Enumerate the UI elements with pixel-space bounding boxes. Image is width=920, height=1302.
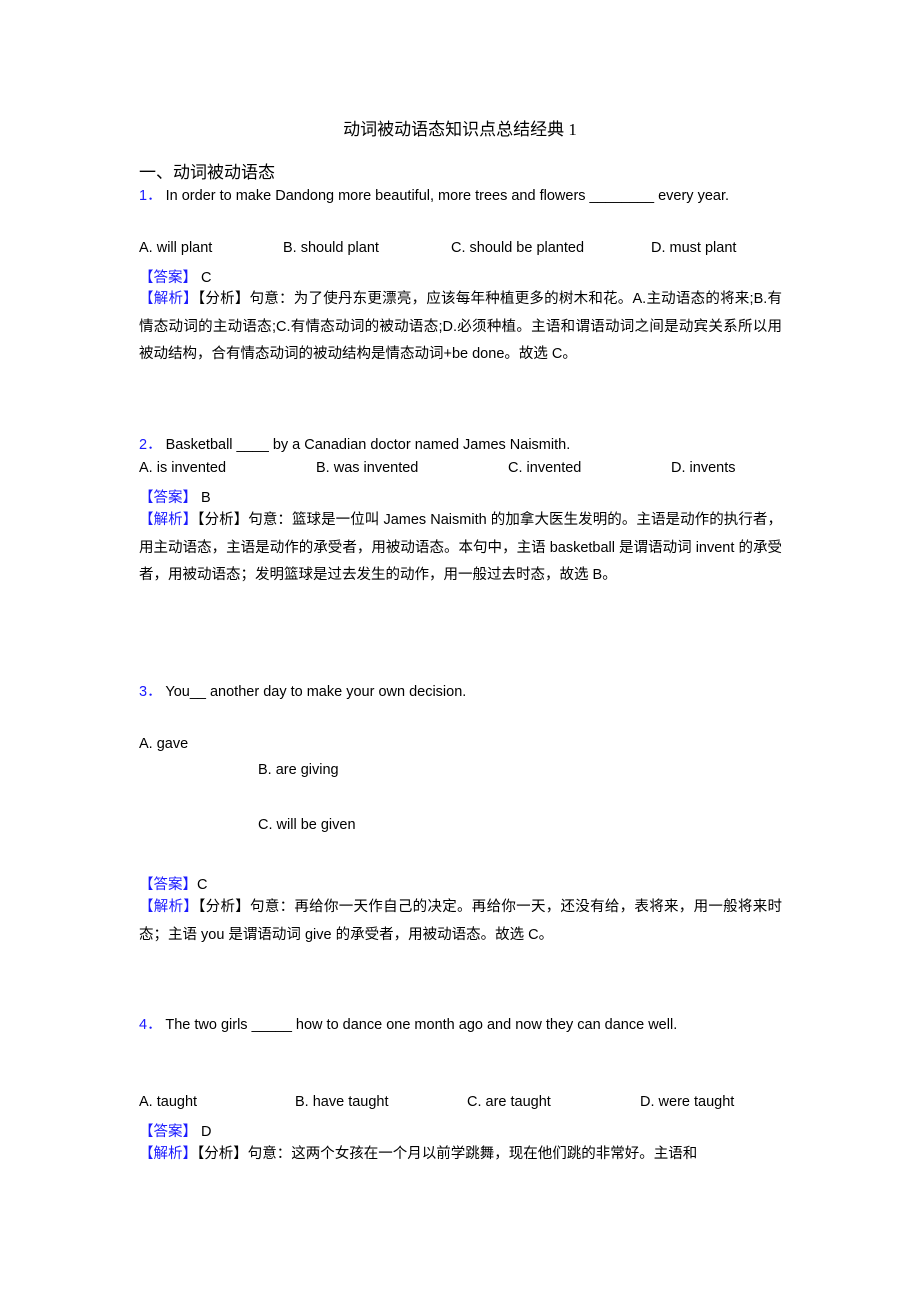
answer-value: D	[201, 1124, 212, 1140]
answer-value: B	[201, 490, 211, 506]
option: C. should be planted	[451, 240, 585, 256]
question-stem: The two girls _____ how to dance one mon…	[165, 1017, 678, 1033]
option: D. were taught	[640, 1094, 735, 1110]
analysis-paragraph: 【解析】【分析】句意：为了使丹东更漂亮，应该每年种植更多的树木和花。A.主动语态…	[139, 286, 782, 369]
analysis-text: 【分析】句意：再给你一天作自己的决定。再给你一天，还没有给，表将来，用一般将来时…	[139, 899, 782, 943]
answer-value: C	[201, 270, 212, 286]
option: C. will be given	[258, 817, 356, 833]
analysis-paragraph: 【解析】【分析】句意：再给你一天作自己的决定。再给你一天，还没有给，表将来，用一…	[139, 894, 782, 949]
question-4: 4． The two girls _____ how to dance one …	[139, 1013, 677, 1034]
option: A. is invented	[139, 460, 227, 476]
question-stem: You__ another day to make your own decis…	[165, 684, 467, 700]
question-1: 1． In order to make Dandong more beautif…	[139, 184, 729, 205]
question-2: 2． Basketball ____ by a Canadian doctor …	[139, 433, 570, 454]
question-number: 4．	[139, 1017, 162, 1033]
option: B. have taught	[295, 1094, 389, 1110]
question-stem: Basketball ____ by a Canadian doctor nam…	[165, 437, 571, 453]
question-number: 3．	[139, 684, 162, 700]
option: C. are taught	[467, 1094, 551, 1110]
analysis-tag: 【解析】	[139, 291, 198, 307]
question-number: 2．	[139, 437, 162, 453]
answer-tag: 【答案】	[139, 270, 197, 286]
option: A. will plant	[139, 240, 213, 256]
answer-tag: 【答案】	[139, 877, 197, 893]
answer-tag: 【答案】	[139, 1124, 197, 1140]
option: B. was invented	[316, 460, 419, 476]
answer-line: 【答案】 C	[139, 266, 212, 287]
option: D. invents	[671, 460, 736, 476]
analysis-tag: 【解析】	[139, 899, 199, 915]
option: A. taught	[139, 1094, 198, 1110]
analysis-text: 【分析】句意：这两个女孩在一个月以前学跳舞，现在他们跳的非常好。主语和	[197, 1146, 698, 1162]
answer-tag: 【答案】	[139, 490, 197, 506]
analysis-paragraph: 【解析】【分析】句意：这两个女孩在一个月以前学跳舞，现在他们跳的非常好。主语和	[139, 1141, 782, 1169]
question-stem: In order to make Dandong more beautiful,…	[165, 188, 730, 204]
answer-value: C	[197, 877, 208, 893]
question-number: 1．	[139, 188, 162, 204]
option: B. are giving	[258, 762, 339, 778]
option: C. invented	[508, 460, 582, 476]
question-3: 3． You__ another day to make your own de…	[139, 680, 466, 701]
answer-line: 【答案】 B	[139, 486, 211, 507]
section-heading: 一、动词被动语态	[139, 163, 275, 183]
analysis-text: 【分析】句意：为了使丹东更漂亮，应该每年种植更多的树木和花。A.主动语态的将来;…	[139, 291, 782, 362]
option: B. should plant	[283, 240, 379, 256]
answer-line: 【答案】C	[139, 873, 207, 894]
analysis-tag: 【解析】	[139, 512, 198, 528]
analysis-tag: 【解析】	[139, 1146, 197, 1162]
option: A. gave	[139, 736, 189, 752]
analysis-text: 【分析】句意：篮球是一位叫 James Naismith 的加拿大医生发明的。主…	[139, 512, 782, 583]
answer-line: 【答案】 D	[139, 1120, 212, 1141]
document-title: 动词被动语态知识点总结经典 1	[343, 120, 577, 139]
option: D. must plant	[651, 240, 737, 256]
analysis-paragraph: 【解析】【分析】句意：篮球是一位叫 James Naismith 的加拿大医生发…	[139, 507, 782, 590]
